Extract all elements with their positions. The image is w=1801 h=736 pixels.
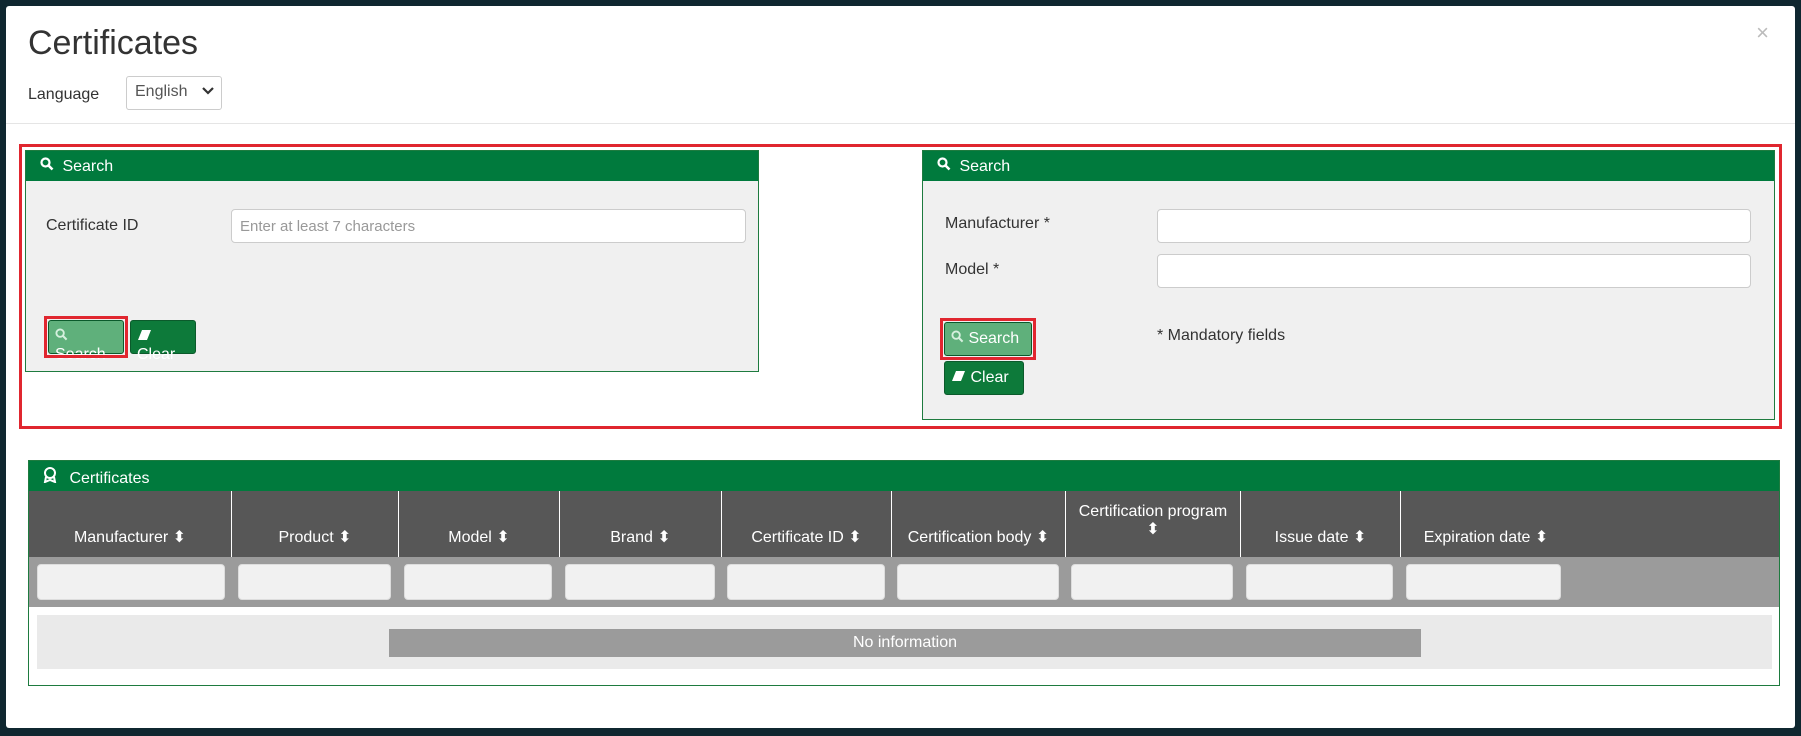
column-header-expiration-date[interactable]: Expiration date ⬍ [1401,491,1779,557]
filter-input-expiration-date[interactable] [1406,564,1561,600]
filter-input-model[interactable] [404,564,552,600]
table-body: No information [37,615,1772,669]
column-header-model[interactable]: Model ⬍ [399,491,560,557]
empty-state: No information [389,629,1421,657]
sort-icon: ⬍ [1352,529,1367,546]
chevron-down-icon [202,83,214,99]
filter-input-brand[interactable] [565,564,715,600]
search-by-model-panel-header: Search [923,151,1774,181]
clear-id-button[interactable]: Clear [130,320,196,363]
page-title: Certificates [28,24,199,62]
manufacturer-label: Manufacturer * [945,215,1050,232]
sort-icon: ⬍ [172,529,187,546]
award-ribbon-icon [43,467,65,488]
column-header-certification-body[interactable]: Certification body ⬍ [892,491,1066,557]
sort-icon: ⬍ [338,529,352,546]
search-by-model-panel-title: Search [959,158,1011,175]
model-label: Model * [945,261,1000,278]
filter-input-certification-body[interactable] [897,564,1059,600]
search-by-model-panel: Search Manufacturer * Model * Search * M… [922,150,1775,420]
filter-input-certification-program[interactable] [1071,564,1233,600]
language-select[interactable]: English [126,76,222,110]
column-header-manufacturer[interactable]: Manufacturer ⬍ [29,491,232,557]
clear-model-button-label: Clear [970,369,1009,386]
close-icon[interactable]: × [1756,22,1769,44]
certificates-panel-title: Certificates [69,470,150,487]
certificates-panel-header: Certificates [29,461,1779,491]
certificate-id-placeholder: Enter at least 7 characters [240,218,416,235]
filter-input-manufacturer[interactable] [37,564,225,600]
column-header-certification-program[interactable]: Certification program ⬍ [1066,491,1241,557]
sort-icon: ⬍ [1534,529,1549,546]
certificates-panel: Certificates Manufacturer ⬍ Product ⬍ Mo… [28,460,1780,686]
search-by-id-panel-title: Search [62,158,114,175]
search-by-id-panel: Search Certificate ID Enter at least 7 c… [25,150,759,372]
column-header-issue-date[interactable]: Issue date ⬍ [1241,491,1401,557]
column-header-product[interactable]: Product ⬍ [232,491,399,557]
column-header-brand[interactable]: Brand ⬍ [560,491,722,557]
filter-row [29,557,1779,607]
sort-icon: ⬍ [657,529,671,546]
magnifier-icon [937,157,955,176]
sort-icon: ⬍ [1035,529,1050,546]
manufacturer-input[interactable] [1157,209,1751,243]
search-by-id-button-highlight [44,316,128,358]
modal-header: Certificates × Language English [6,6,1795,124]
sort-icon: ⬍ [1146,521,1160,538]
clear-id-button-label: Clear [137,346,176,363]
certificate-id-input[interactable]: Enter at least 7 characters [231,209,746,243]
sort-icon: ⬍ [848,529,862,546]
column-header-certificate-id[interactable]: Certificate ID ⬍ [722,491,892,557]
eraser-icon [137,328,152,345]
filter-input-issue-date[interactable] [1246,564,1393,600]
magnifier-icon [40,157,58,176]
certificates-modal: Certificates × Language English Search C… [6,6,1795,728]
search-by-model-button-highlight [940,318,1036,360]
table-header-row: Manufacturer ⬍ Product ⬍ Model ⬍ Brand ⬍… [29,491,1779,557]
model-input[interactable] [1157,254,1751,288]
clear-model-button[interactable]: Clear [944,361,1024,395]
eraser-icon [951,369,970,386]
sort-icon: ⬍ [496,529,510,546]
search-by-id-panel-header: Search [26,151,758,181]
language-select-value: English [135,83,188,100]
mandatory-note: * Mandatory fields [1157,327,1286,344]
language-label: Language [28,86,100,103]
filter-input-certificate-id[interactable] [727,564,885,600]
certificate-id-label: Certificate ID [46,217,139,234]
filter-input-product[interactable] [238,564,391,600]
